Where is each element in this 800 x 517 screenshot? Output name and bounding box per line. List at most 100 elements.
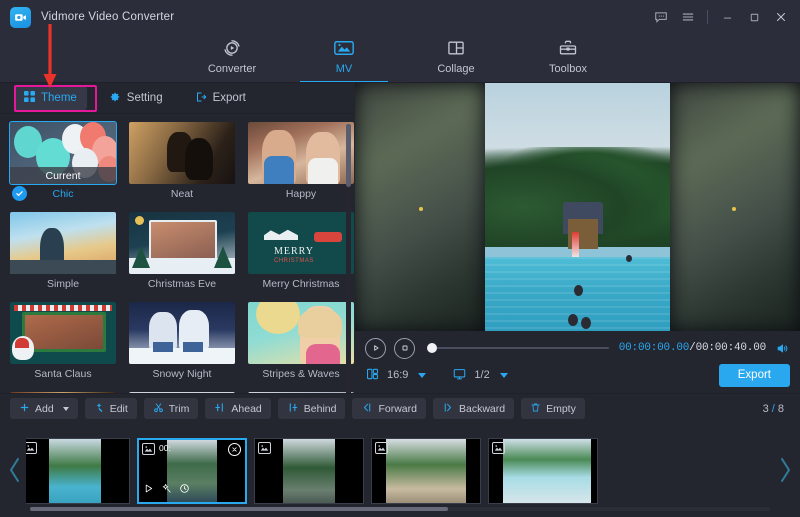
tab-collage[interactable]: Collage [400,34,512,83]
theme-label: Chic [52,188,73,200]
theme-caption: Chic [10,184,116,204]
feedback-icon[interactable] [648,4,674,30]
theme-artwork [129,392,235,393]
play-button[interactable] [365,338,386,359]
collage-icon [446,36,466,60]
clip-thumbnail [503,439,591,503]
behind-button[interactable]: Behind [278,398,346,419]
theme-item-santa-claus[interactable]: Santa Claus [10,302,116,384]
image-icon [375,442,388,454]
storyboard-prev-button[interactable] [4,423,26,517]
theme-item-neat[interactable]: Neat [129,122,235,204]
theme-artwork [10,212,116,274]
export-button[interactable]: Export [719,364,790,387]
tab-toolbox[interactable]: Toolbox [512,34,624,83]
monitor-icon [452,367,467,384]
forward-button[interactable]: Forward [352,398,426,419]
check-icon [12,186,27,201]
merry-text: MERRY [274,246,314,257]
window-controls-divider [707,10,708,24]
minimize-icon[interactable] [714,4,740,30]
clip-play-icon[interactable] [143,481,154,499]
image-icon [142,443,155,455]
player-controls-row-1: 00:00:00.00/00:00:40.00 [365,335,790,361]
player-controls-row-2: 16:9 1/2 Export [365,361,790,389]
clip-tool-row [143,481,190,499]
storyboard-scrollbar-thumb[interactable] [30,507,448,511]
theme-thumbnail [129,122,235,184]
behind-button-label: Behind [304,403,337,415]
ahead-button[interactable]: Ahead [205,398,270,419]
seek-handle[interactable] [427,343,437,353]
storyboard-next-button[interactable] [774,423,796,517]
theme-item-merry-christmas[interactable]: MERRY CHRISTMAS Merry Christmas [248,212,354,294]
storyboard-scrollbar[interactable] [30,507,770,511]
theme-label: Christmas Eve [148,278,216,290]
chevron-down-icon[interactable] [63,407,69,411]
chevron-down-icon[interactable] [418,373,426,378]
theme-artwork [248,122,354,184]
tab-converter-label: Converter [208,63,256,75]
sub-tab-theme[interactable]: Theme [14,86,87,110]
hamburger-menu-icon[interactable] [675,4,701,30]
storyboard-clip[interactable] [26,438,130,504]
export-icon [195,91,207,106]
tab-toolbox-label: Toolbox [549,63,587,75]
plus-icon [19,402,30,416]
theme-artwork [248,392,354,393]
theme-item-stripes-waves[interactable]: Stripes & Waves [248,302,354,384]
edit-button[interactable]: Edit [85,398,137,419]
theme-item-christmas-eve[interactable]: Christmas Eve [129,212,235,294]
edit-button-label: Edit [110,403,128,415]
chevron-down-icon[interactable] [500,373,508,378]
theme-thumbnail: Current [10,122,116,184]
seek-bar[interactable] [427,342,609,354]
application-window: Vidmore Video Converter [0,0,800,517]
mv-icon [333,36,355,60]
image-icon [258,442,271,454]
main-body: Theme Setting [0,83,800,393]
close-icon[interactable] [768,4,794,30]
christmas-text: CHRISTMAS [274,258,314,264]
storyboard-clip-selected[interactable]: 00: [137,438,247,504]
storyboard-clip[interactable] [488,438,598,504]
empty-button[interactable]: Empty [521,398,585,419]
tab-mv[interactable]: MV [288,34,400,83]
theme-label: Merry Christmas [262,278,339,290]
theme-item-row4-c[interactable] [248,392,354,393]
clip-remove-button[interactable] [228,443,241,456]
tab-converter[interactable]: Converter [176,34,288,83]
volume-icon[interactable] [775,342,790,355]
theme-artwork [10,392,116,393]
theme-item-row4-b[interactable] [129,392,235,393]
theme-artwork [248,302,354,364]
theme-scrollbar[interactable] [346,124,351,393]
screen-count-selector[interactable]: 1/2 [452,367,507,384]
theme-item-row4-a[interactable] [10,392,116,393]
theme-item-snowy-night[interactable]: Snowy Night [129,302,235,384]
backward-button[interactable]: Backward [433,398,514,419]
storyboard-clip[interactable] [371,438,481,504]
maximize-icon[interactable] [741,4,767,30]
theme-caption: Simple [10,274,116,294]
theme-item-happy[interactable]: Happy [248,122,354,204]
add-button[interactable]: Add [10,398,78,419]
theme-caption: Santa Claus [10,364,116,384]
stop-button[interactable] [394,338,415,359]
sub-tab-setting[interactable]: Setting [99,86,173,110]
aspect-ratio-selector[interactable]: 16:9 [365,367,426,384]
app-title: Vidmore Video Converter [41,11,174,23]
trim-button[interactable]: Trim [144,398,199,419]
theme-scrollbar-thumb[interactable] [346,124,351,187]
clip-duration-icon[interactable] [179,481,190,499]
tab-mv-label: MV [336,63,353,75]
video-preview[interactable] [355,83,800,331]
theme-item-chic[interactable]: Current Chic [10,122,116,204]
add-button-label: Add [35,403,54,415]
theme-panel: Theme Setting [0,83,355,393]
storyboard-clip[interactable] [254,438,364,504]
aspect-ratio-icon [365,367,380,384]
theme-item-simple[interactable]: Simple [10,212,116,294]
clip-effect-wand-icon[interactable] [161,481,172,499]
sub-tab-export[interactable]: Export [185,86,256,110]
